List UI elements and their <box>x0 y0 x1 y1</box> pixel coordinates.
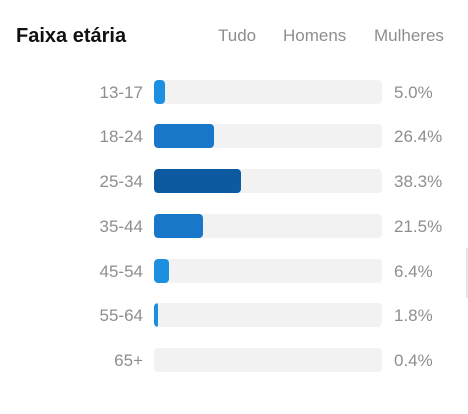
percent-label: 26.4% <box>394 127 443 146</box>
gender-filter-tabs: Tudo Homens Mulheres <box>0 24 468 48</box>
bar-fill <box>154 80 166 104</box>
tab-women[interactable]: Mulheres <box>374 24 444 48</box>
age-range-label: 13-17 <box>99 83 143 102</box>
age-row: 55-64 1.8% <box>0 303 468 329</box>
bar-track <box>154 348 382 372</box>
age-range-label: 18-24 <box>99 127 143 146</box>
age-range-label: 25-34 <box>99 172 143 191</box>
tab-all[interactable]: Tudo <box>218 24 256 48</box>
age-row: 65+ 0.4% <box>0 348 468 374</box>
bar-track <box>154 303 382 327</box>
age-row: 25-34 38.3% <box>0 169 468 195</box>
percent-label: 6.4% <box>394 262 433 281</box>
bar-track <box>154 80 382 104</box>
age-row: 45-54 6.4% <box>0 259 468 285</box>
percent-label: 5.0% <box>394 83 433 102</box>
tab-men[interactable]: Homens <box>283 24 346 48</box>
percent-label: 1.8% <box>394 306 433 325</box>
bar-fill <box>154 214 203 238</box>
bar-fill <box>154 303 159 327</box>
percent-label: 0.4% <box>394 351 433 370</box>
bar-track <box>154 124 382 148</box>
bar-fill <box>154 169 242 193</box>
age-row: 18-24 26.4% <box>0 124 468 150</box>
age-row: 35-44 21.5% <box>0 214 468 240</box>
age-range-label: 45-54 <box>99 262 143 281</box>
age-row: 13-17 5.0% <box>0 80 468 106</box>
age-range-label: 65+ <box>114 351 143 370</box>
age-range-header: Faixa etária Tudo Homens Mulheres <box>0 0 468 70</box>
age-range-label: 35-44 <box>99 217 143 236</box>
bar-track <box>154 169 382 193</box>
bar-fill <box>154 124 215 148</box>
percent-label: 38.3% <box>394 172 443 191</box>
age-range-label: 55-64 <box>99 306 143 325</box>
bar-track <box>154 259 382 283</box>
percent-label: 21.5% <box>394 217 443 236</box>
bar-fill <box>154 259 169 283</box>
bar-track <box>154 214 382 238</box>
